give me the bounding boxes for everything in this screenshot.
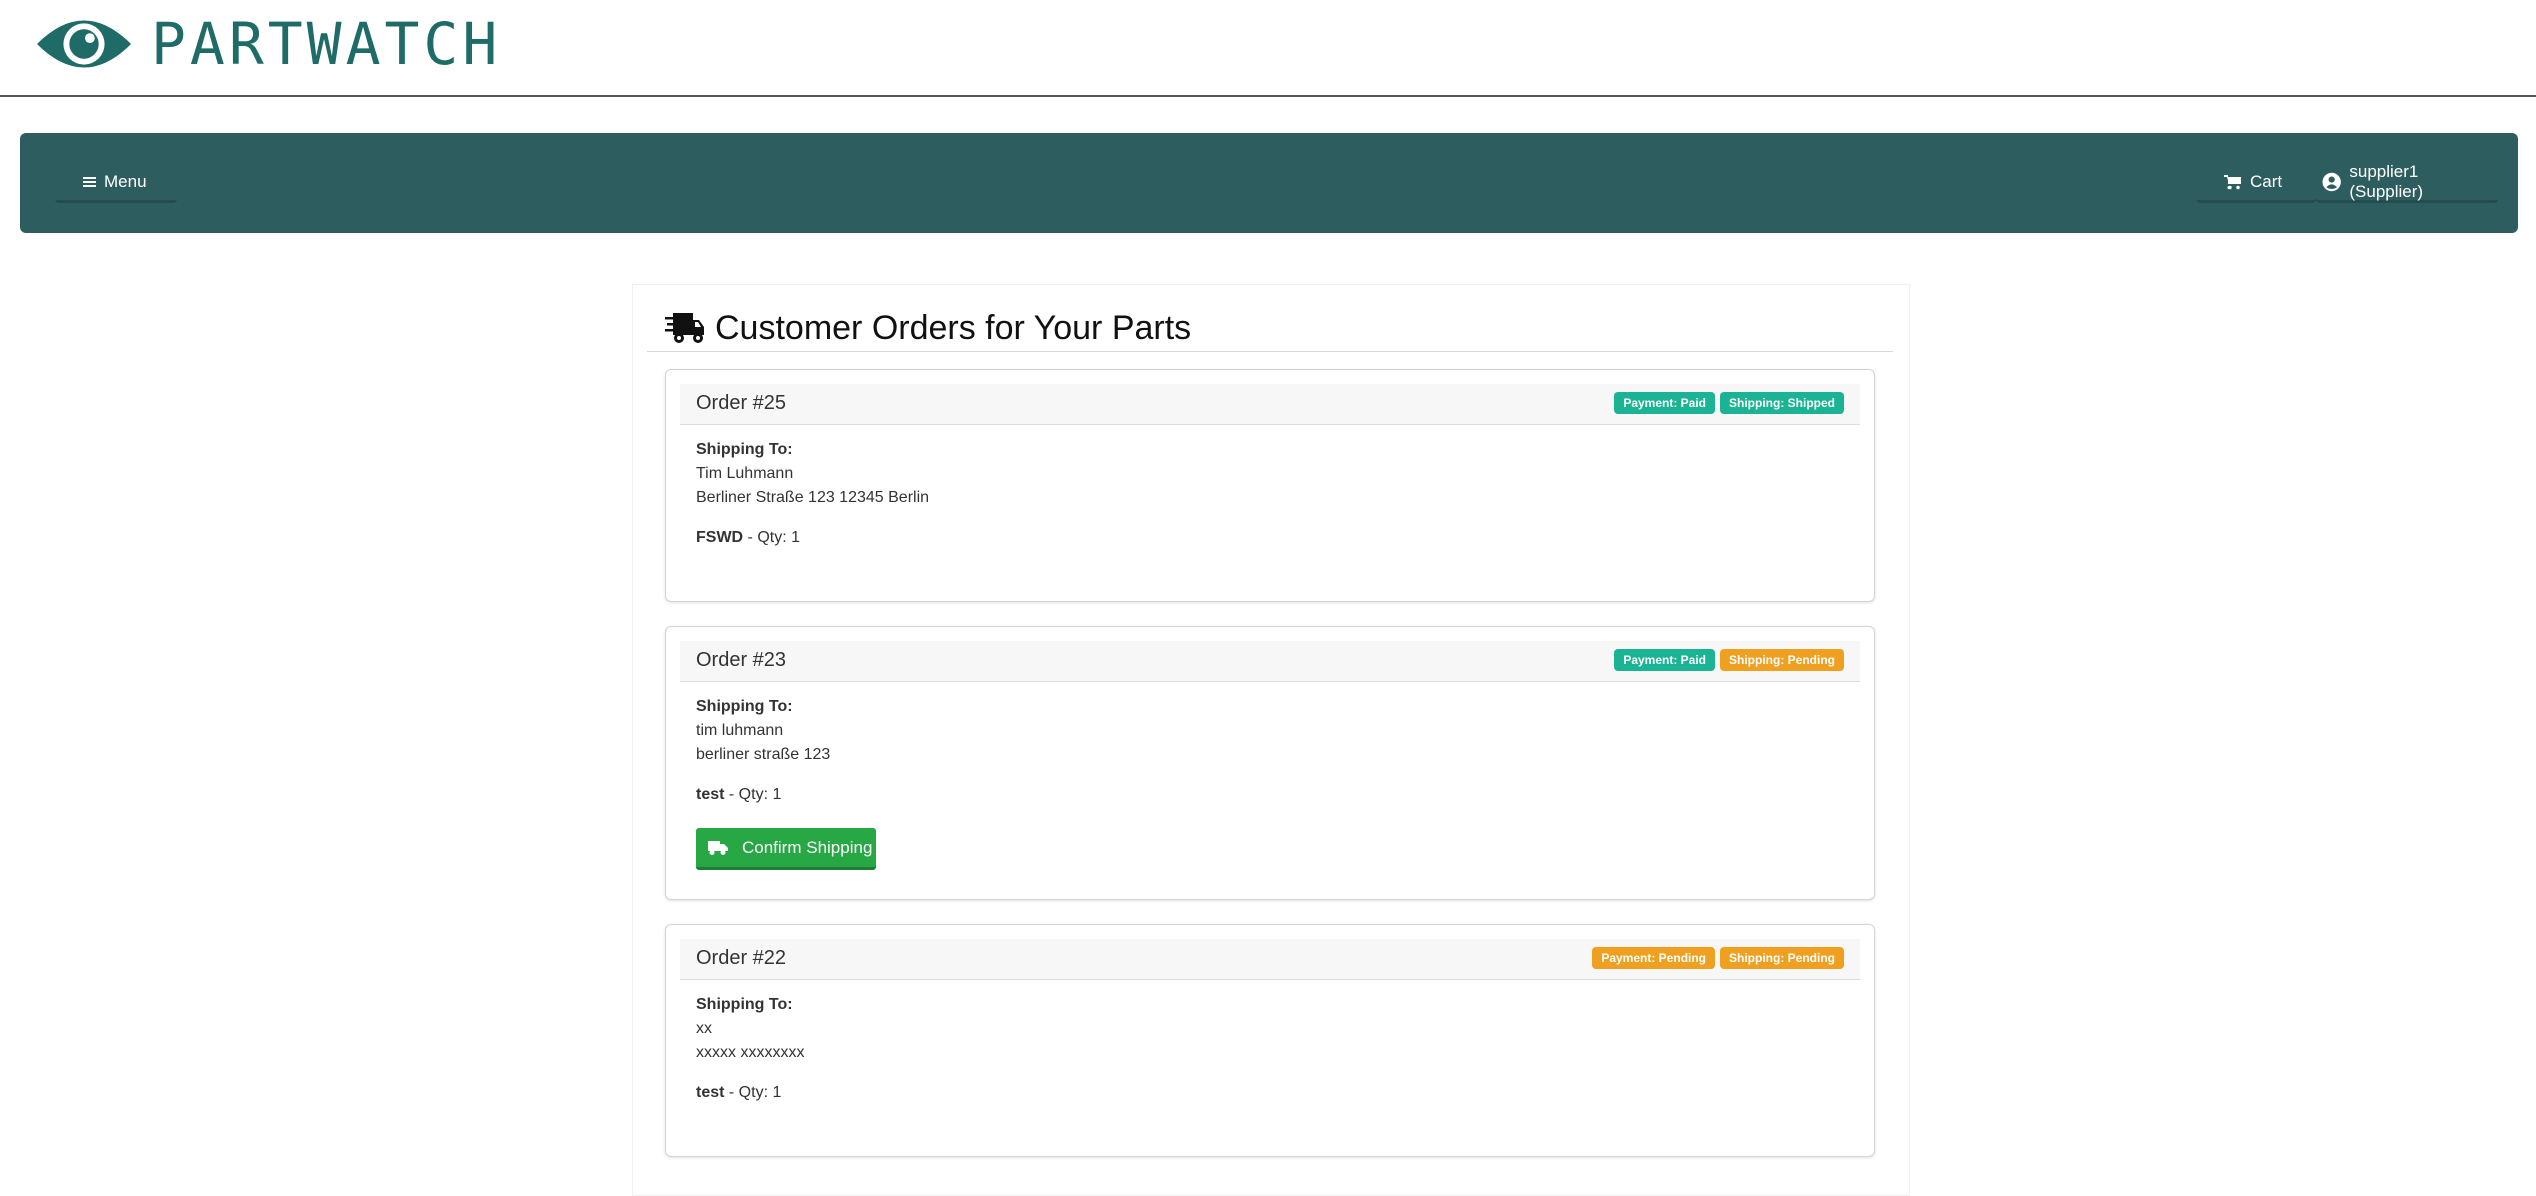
part-name: test bbox=[696, 786, 725, 803]
shipping-status-badge: Shipping: Shipped bbox=[1720, 392, 1844, 414]
cart-button[interactable]: Cart bbox=[2196, 163, 2316, 203]
order-details: Shipping To: tim luhmann berliner straße… bbox=[696, 695, 830, 807]
order-badges: Payment: Paid Shipping: Shipped bbox=[1614, 392, 1844, 414]
customer-name: xx bbox=[696, 1020, 712, 1037]
order-details: Shipping To: xx xxxxx xxxxxxxx test - Qt… bbox=[696, 993, 804, 1105]
user-account-button[interactable]: supplier1 (Supplier) bbox=[2316, 161, 2498, 203]
header: PARTWATCH bbox=[0, 0, 2536, 97]
payment-status-badge: Payment: Paid bbox=[1614, 649, 1716, 671]
part-qty: - Qty: 1 bbox=[724, 786, 782, 803]
menu-label: Menu bbox=[104, 171, 147, 191]
user-circle-icon bbox=[2322, 172, 2341, 191]
part-qty: - Qty: 1 bbox=[743, 529, 801, 546]
part-qty: - Qty: 1 bbox=[724, 1084, 782, 1101]
order-title: Order #23 bbox=[696, 649, 787, 671]
menu-button[interactable]: Menu bbox=[55, 163, 177, 203]
order-badges: Payment: Pending Shipping: Pending bbox=[1592, 947, 1844, 969]
order-badges: Payment: Paid Shipping: Pending bbox=[1614, 649, 1844, 671]
order-item: test - Qty: 1 bbox=[696, 783, 830, 807]
order-item: FSWD - Qty: 1 bbox=[696, 526, 929, 550]
part-name: FSWD bbox=[696, 529, 744, 546]
order-header: Order #23 Payment: Paid Shipping: Pendin… bbox=[680, 641, 1860, 682]
shipping-truck-icon bbox=[665, 313, 704, 343]
shipping-status-badge: Shipping: Pending bbox=[1720, 947, 1844, 969]
part-name: test bbox=[696, 1084, 725, 1101]
page-title-text: Customer Orders for Your Parts bbox=[715, 308, 1192, 347]
order-title: Order #22 bbox=[696, 947, 787, 969]
eye-logo-icon bbox=[36, 20, 132, 68]
customer-name: Tim Luhmann bbox=[696, 465, 794, 482]
user-label: supplier1 (Supplier) bbox=[2349, 161, 2424, 201]
truck-icon bbox=[708, 840, 728, 855]
shipping-status-badge: Shipping: Pending bbox=[1720, 649, 1844, 671]
page-title: Customer Orders for Your Parts bbox=[665, 303, 1191, 353]
shipping-to-label: Shipping To: bbox=[696, 441, 793, 458]
shipping-to-label: Shipping To: bbox=[696, 698, 793, 715]
order-header: Order #25 Payment: Paid Shipping: Shippe… bbox=[680, 384, 1860, 425]
payment-status-badge: Payment: Pending bbox=[1592, 947, 1716, 969]
customer-address: Berliner Straße 123 12345 Berlin bbox=[696, 489, 930, 506]
order-card: Order #23 Payment: Paid Shipping: Pendin… bbox=[665, 626, 1875, 900]
brand-name: PARTWATCH bbox=[151, 10, 502, 78]
orders-panel: Customer Orders for Your Parts Order #25… bbox=[632, 284, 1910, 1196]
order-item: test - Qty: 1 bbox=[696, 1081, 804, 1105]
order-details: Shipping To: Tim Luhmann Berliner Straße… bbox=[696, 438, 929, 550]
order-header: Order #22 Payment: Pending Shipping: Pen… bbox=[680, 939, 1860, 980]
order-card: Order #22 Payment: Pending Shipping: Pen… bbox=[665, 924, 1875, 1157]
cart-label: Cart bbox=[2250, 171, 2283, 191]
title-divider bbox=[647, 351, 1893, 352]
cart-icon bbox=[2224, 174, 2241, 189]
order-title: Order #25 bbox=[696, 392, 787, 414]
navbar: Menu Cart supplier1 (Supplier) bbox=[20, 133, 2518, 233]
confirm-shipping-label: Confirm Shipping bbox=[742, 837, 873, 857]
customer-name: tim luhmann bbox=[696, 722, 784, 739]
order-card: Order #25 Payment: Paid Shipping: Shippe… bbox=[665, 369, 1875, 602]
shipping-to-label: Shipping To: bbox=[696, 996, 793, 1013]
confirm-shipping-button[interactable]: Confirm Shipping bbox=[696, 828, 876, 870]
hamburger-icon bbox=[83, 176, 96, 187]
customer-address: xxxxx xxxxxxxx bbox=[696, 1044, 805, 1061]
payment-status-badge: Payment: Paid bbox=[1614, 392, 1716, 414]
customer-address: berliner straße 123 bbox=[696, 746, 831, 763]
